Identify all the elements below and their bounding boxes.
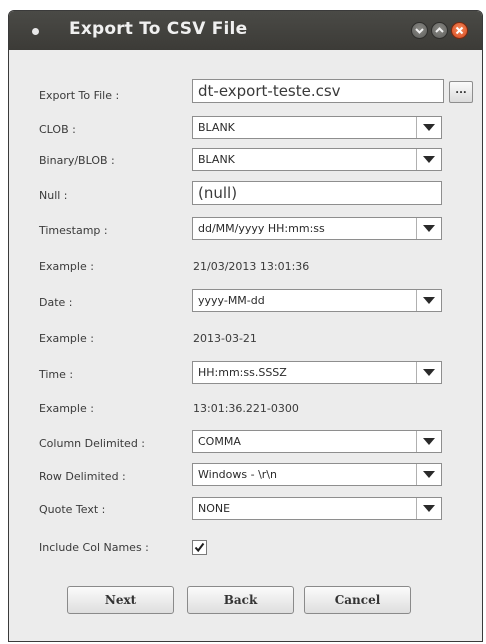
date-label: Date : (39, 296, 73, 309)
back-button[interactable]: Back (187, 586, 294, 614)
minimize-button[interactable] (411, 22, 428, 39)
timestamp-example-value: 21/03/2013 13:01:36 (193, 260, 310, 273)
browse-file-button[interactable]: ... (449, 81, 473, 103)
null-label: Null : (39, 189, 68, 202)
row-delimited-label: Row Delimited : (39, 470, 126, 483)
blob-value: BLANK (198, 153, 235, 166)
triangle-down-icon (423, 156, 435, 163)
column-delimited-select[interactable]: COMMA (192, 430, 442, 453)
dropdown-arrow[interactable] (416, 290, 441, 311)
triangle-down-icon (423, 297, 435, 304)
dropdown-arrow[interactable] (416, 117, 441, 138)
triangle-down-icon (423, 505, 435, 512)
quote-text-value: NONE (198, 502, 231, 515)
chevron-up-icon (435, 27, 444, 33)
maximize-button[interactable] (431, 22, 448, 39)
triangle-down-icon (423, 438, 435, 445)
clob-value: BLANK (198, 121, 235, 134)
dropdown-arrow[interactable] (416, 362, 441, 383)
close-button[interactable] (451, 22, 468, 39)
triangle-down-icon (423, 471, 435, 478)
clob-label: CLOB : (39, 123, 76, 136)
date-example-label: Example : (39, 332, 94, 345)
null-value: (null) (198, 184, 238, 202)
dropdown-arrow[interactable] (416, 149, 441, 170)
dropdown-arrow[interactable] (416, 464, 441, 485)
export-csv-dialog: Export To CSV File Export To File : dt-e… (8, 10, 483, 642)
null-input[interactable]: (null) (192, 181, 442, 205)
triangle-down-icon (423, 369, 435, 376)
timestamp-select[interactable]: dd/MM/yyyy HH:mm:ss (192, 217, 442, 240)
timestamp-example-label: Example : (39, 260, 94, 273)
dropdown-arrow[interactable] (416, 218, 441, 239)
next-button[interactable]: Next (67, 586, 174, 614)
title-bar[interactable]: Export To CSV File (9, 11, 482, 50)
time-label: Time : (39, 368, 74, 381)
clob-select[interactable]: BLANK (192, 116, 442, 139)
blob-label: Binary/BLOB : (39, 154, 115, 167)
chevron-down-icon (415, 28, 424, 34)
blob-select[interactable]: BLANK (192, 148, 442, 171)
time-example-value: 13:01:36.221-0300 (193, 402, 299, 415)
quote-text-label: Quote Text : (39, 503, 106, 516)
time-select[interactable]: HH:mm:ss.SSSZ (192, 361, 442, 384)
include-col-names-checkbox[interactable] (192, 540, 207, 555)
timestamp-label: Timestamp : (39, 224, 108, 237)
window-menu-icon[interactable] (32, 28, 39, 35)
time-value: HH:mm:ss.SSSZ (198, 366, 287, 379)
row-delimited-select[interactable]: Windows - \r\n (192, 463, 442, 486)
time-example-label: Example : (39, 402, 94, 415)
export-file-input[interactable]: dt-export-teste.csv (192, 79, 444, 103)
window-title: Export To CSV File (69, 19, 248, 39)
triangle-down-icon (423, 124, 435, 131)
row-delimited-value: Windows - \r\n (198, 468, 277, 481)
date-select[interactable]: yyyy-MM-dd (192, 289, 442, 312)
date-value: yyyy-MM-dd (198, 294, 265, 307)
export-to-file-label: Export To File : (39, 89, 120, 102)
include-col-names-label: Include Col Names : (39, 541, 149, 554)
triangle-down-icon (423, 225, 435, 232)
timestamp-value: dd/MM/yyyy HH:mm:ss (198, 222, 325, 235)
cancel-button[interactable]: Cancel (304, 586, 411, 614)
date-example-value: 2013-03-21 (193, 332, 257, 345)
dropdown-arrow[interactable] (416, 498, 441, 519)
close-icon (455, 26, 464, 35)
quote-text-select[interactable]: NONE (192, 497, 442, 520)
dropdown-arrow[interactable] (416, 431, 441, 452)
column-delimited-value: COMMA (198, 435, 241, 448)
export-file-value: dt-export-teste.csv (198, 82, 341, 100)
column-delimited-label: Column Delimited : (39, 437, 146, 450)
checkmark-icon (194, 542, 205, 553)
